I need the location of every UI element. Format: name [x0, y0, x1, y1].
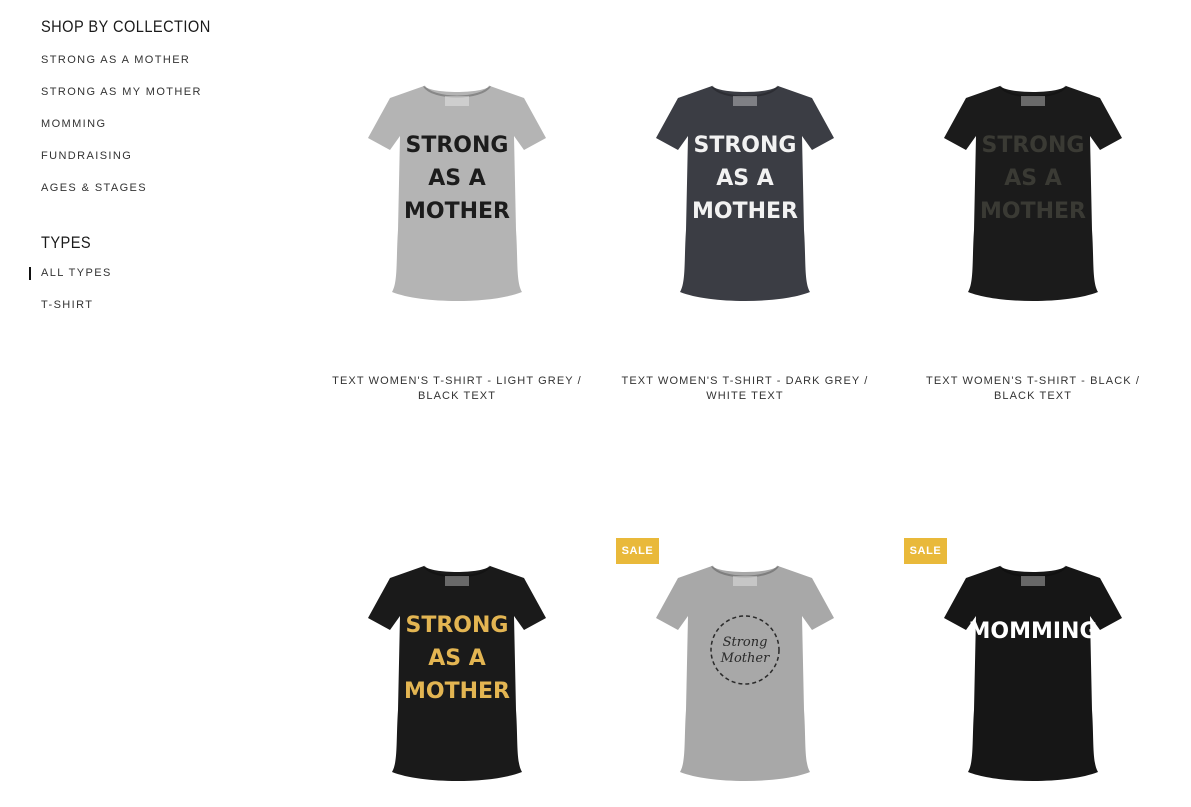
collection-link-strong-as-my-mother[interactable]: STRONG AS MY MOTHER: [41, 76, 241, 108]
type-link-t-shirt[interactable]: T-SHIRT: [41, 289, 241, 321]
tshirt-body: [368, 86, 546, 301]
shirt-print-text: STRONG: [406, 613, 509, 638]
tshirt-body: [368, 566, 546, 781]
shirt-print-text: MOTHER: [692, 199, 798, 224]
shirt-print-text: MOTHER: [404, 679, 510, 704]
tshirt-tag: [733, 576, 757, 586]
shirt-print-text: AS A: [428, 166, 486, 191]
tshirt-graphic: STRONG AS A MOTHER: [368, 565, 546, 781]
tshirt-tag: [445, 576, 469, 586]
tshirt-tag: [733, 96, 757, 106]
shirt-print-text: AS A: [1004, 166, 1062, 191]
product-title-line2: BLACK TEXT: [993, 390, 1073, 402]
sidebar: SHOP BY COLLECTION STRONG AS A MOTHER ST…: [29, 16, 241, 321]
product-grid: STRONG AS A MOTHER TEXT WOMEN'S T-SHIRT - …: [320, 0, 1180, 807]
product-title-line1: TEXT WOMEN'S T-SHIRT - DARK GREY /: [621, 375, 869, 387]
product-title-line1: TEXT WOMEN'S T-SHIRT - BLACK /: [926, 375, 1140, 387]
sale-badge: SALE: [616, 538, 659, 564]
tshirt-body: [944, 566, 1122, 781]
product-title-line1: TEXT WOMEN'S T-SHIRT - LIGHT GREY /: [332, 375, 582, 387]
tshirt-body: [656, 86, 834, 301]
shirt-print-text: AS A: [716, 166, 774, 191]
product-image[interactable]: STRONG AS A MOTHER: [332, 60, 582, 320]
tshirt-graphic: STRONG AS A MOTHER: [656, 85, 834, 301]
product-title-line2: BLACK TEXT: [417, 390, 497, 402]
product-title-line2: WHITE TEXT: [706, 390, 784, 402]
product-image[interactable]: STRONG AS A MOTHER: [620, 60, 870, 320]
tshirt-graphic: STRONG AS A MOTHER: [944, 85, 1122, 301]
tshirt-tag: [1021, 96, 1045, 106]
product-image[interactable]: STRONG AS A MOTHER: [332, 540, 582, 800]
types-list: ALL TYPES T-SHIRT: [29, 257, 241, 321]
product-title[interactable]: TEXT WOMEN'S T-SHIRT - BLACK / BLACK TEX…: [908, 374, 1158, 404]
product-image[interactable]: MOMMING: [908, 540, 1158, 800]
tshirt-graphic: StrongMother: [656, 565, 834, 781]
tshirt-tag: [445, 96, 469, 106]
shirt-print-text: MOTHER: [980, 199, 1086, 224]
shirt-print-text: AS A: [428, 646, 486, 671]
types-heading: TYPES: [41, 233, 92, 252]
shirt-print-script: Strong: [723, 635, 768, 650]
tshirt-body: [944, 86, 1122, 301]
shirt-print-text: STRONG: [982, 133, 1085, 158]
tshirt-body: [656, 566, 834, 781]
tshirt-graphic: STRONG AS A MOTHER: [368, 85, 546, 301]
shirt-print-text: MOTHER: [404, 199, 510, 224]
product-title[interactable]: TEXT WOMEN'S T-SHIRT - LIGHT GREY / BLAC…: [332, 374, 582, 404]
collection-heading: SHOP BY COLLECTION: [41, 17, 211, 36]
shirt-print-text: STRONG: [694, 133, 797, 158]
tshirt-tag: [1021, 576, 1045, 586]
collection-link-momming[interactable]: MOMMING: [41, 108, 241, 140]
product-image[interactable]: Strong Mother: [620, 540, 870, 800]
sale-badge: SALE: [904, 538, 947, 564]
collection-link-strong-as-a-mother[interactable]: STRONG AS A MOTHER: [41, 44, 241, 76]
collection-link-fundraising[interactable]: FUNDRAISING: [41, 140, 241, 172]
type-link-all-types[interactable]: ALL TYPES: [29, 257, 241, 289]
shirt-print-text: STRONG: [406, 133, 509, 158]
shirt-print-text: MOMMING: [968, 619, 1097, 644]
product-image[interactable]: STRONG AS A MOTHER: [908, 60, 1158, 320]
collection-list: STRONG AS A MOTHER STRONG AS MY MOTHER M…: [41, 44, 241, 204]
collection-link-ages-stages[interactable]: AGES & STAGES: [41, 172, 241, 204]
shirt-print-script: Mother: [720, 651, 770, 666]
tshirt-graphic: MOMMING: [944, 565, 1122, 781]
product-title[interactable]: TEXT WOMEN'S T-SHIRT - DARK GREY / WHITE…: [620, 374, 870, 404]
